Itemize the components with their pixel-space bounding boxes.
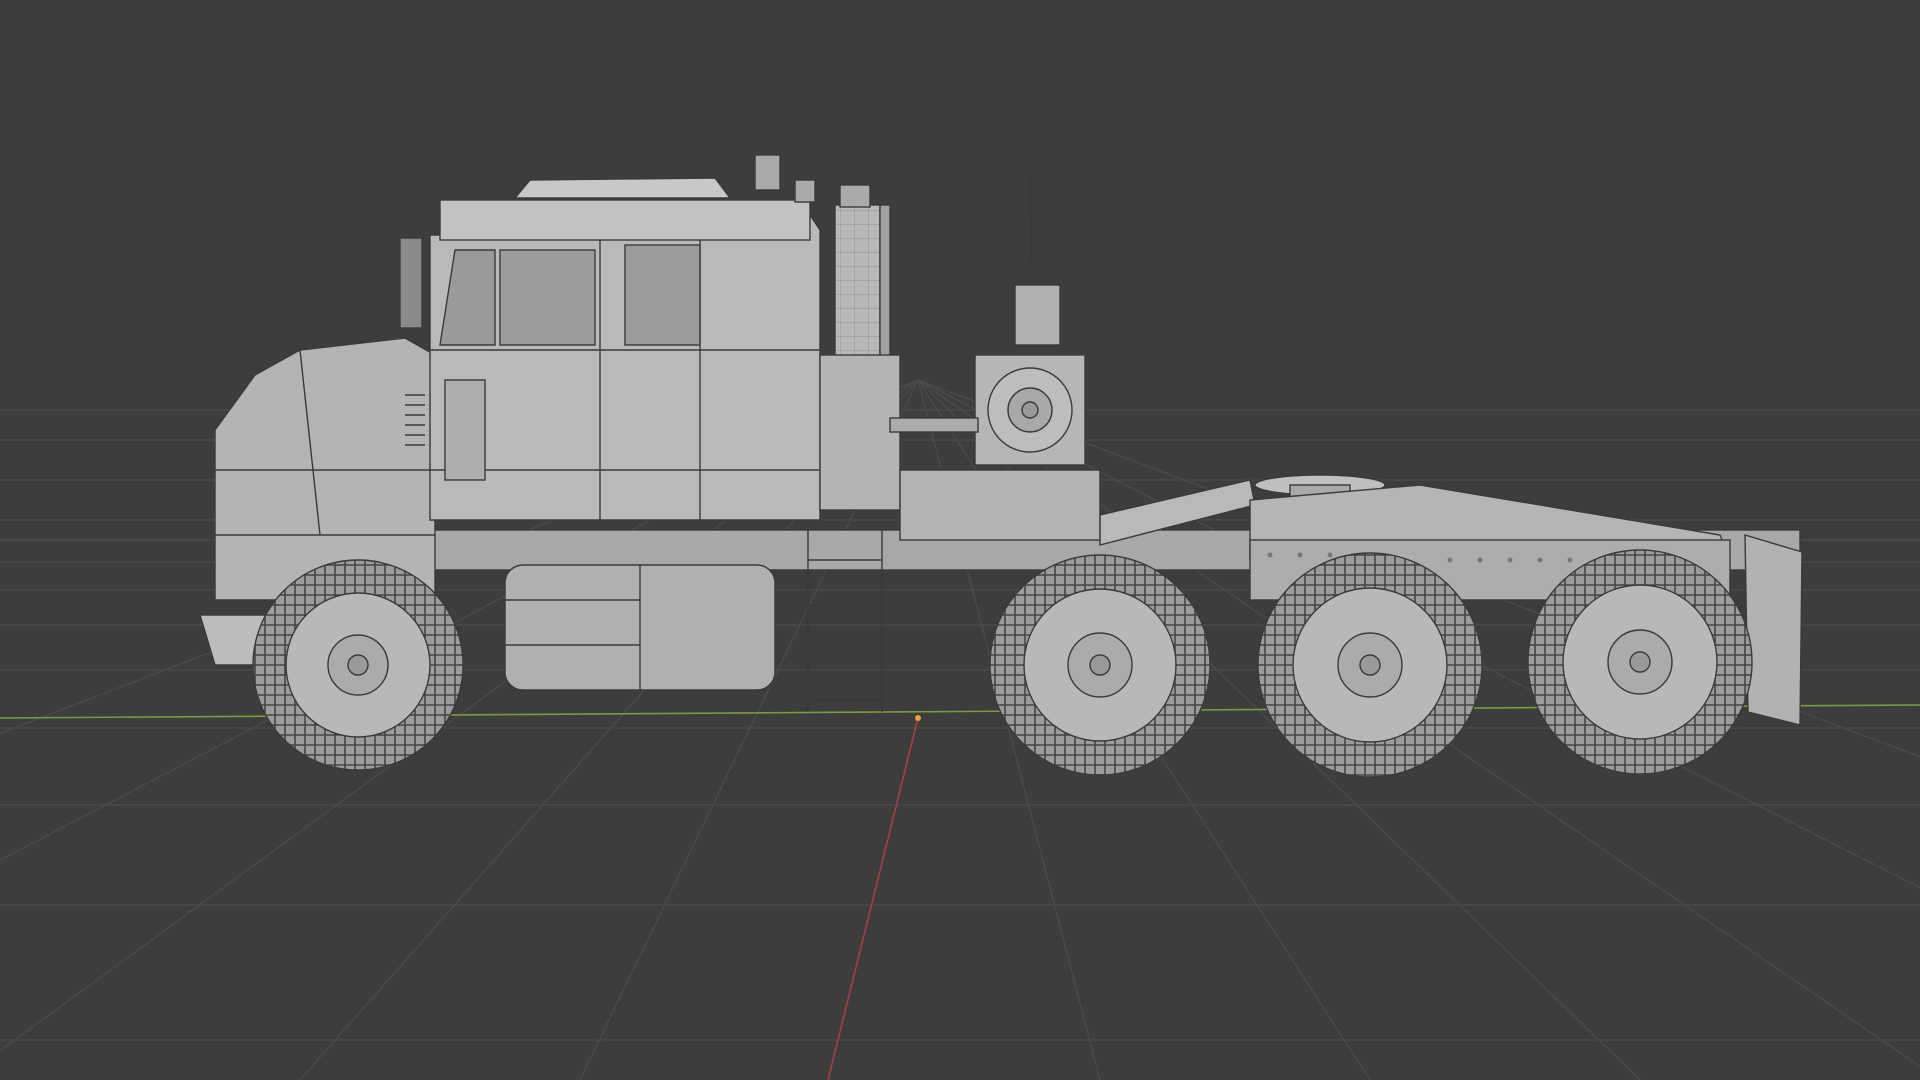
side-window-2 — [624, 244, 701, 346]
world-origin — [915, 715, 921, 721]
cab-rear-box — [819, 354, 901, 511]
cab-roof-box — [439, 199, 811, 241]
rear-mudflap — [1744, 534, 1803, 726]
door-panel — [444, 379, 486, 481]
wheel-front — [252, 559, 464, 771]
3d-viewport[interactable] — [0, 0, 1920, 1080]
exhaust-stack — [834, 204, 881, 361]
viewport-canvas[interactable] — [0, 0, 1920, 1080]
cab-roof-hatch — [513, 177, 732, 199]
wheel-axle-4 — [1527, 549, 1753, 775]
side-window-1 — [499, 249, 596, 346]
frame-mid — [899, 469, 1101, 541]
wheel-axle-2 — [989, 554, 1211, 776]
beacon-light — [754, 154, 781, 191]
wheel-axle-3 — [1257, 552, 1483, 778]
mirror — [399, 237, 423, 329]
antenna-base — [1014, 284, 1061, 346]
